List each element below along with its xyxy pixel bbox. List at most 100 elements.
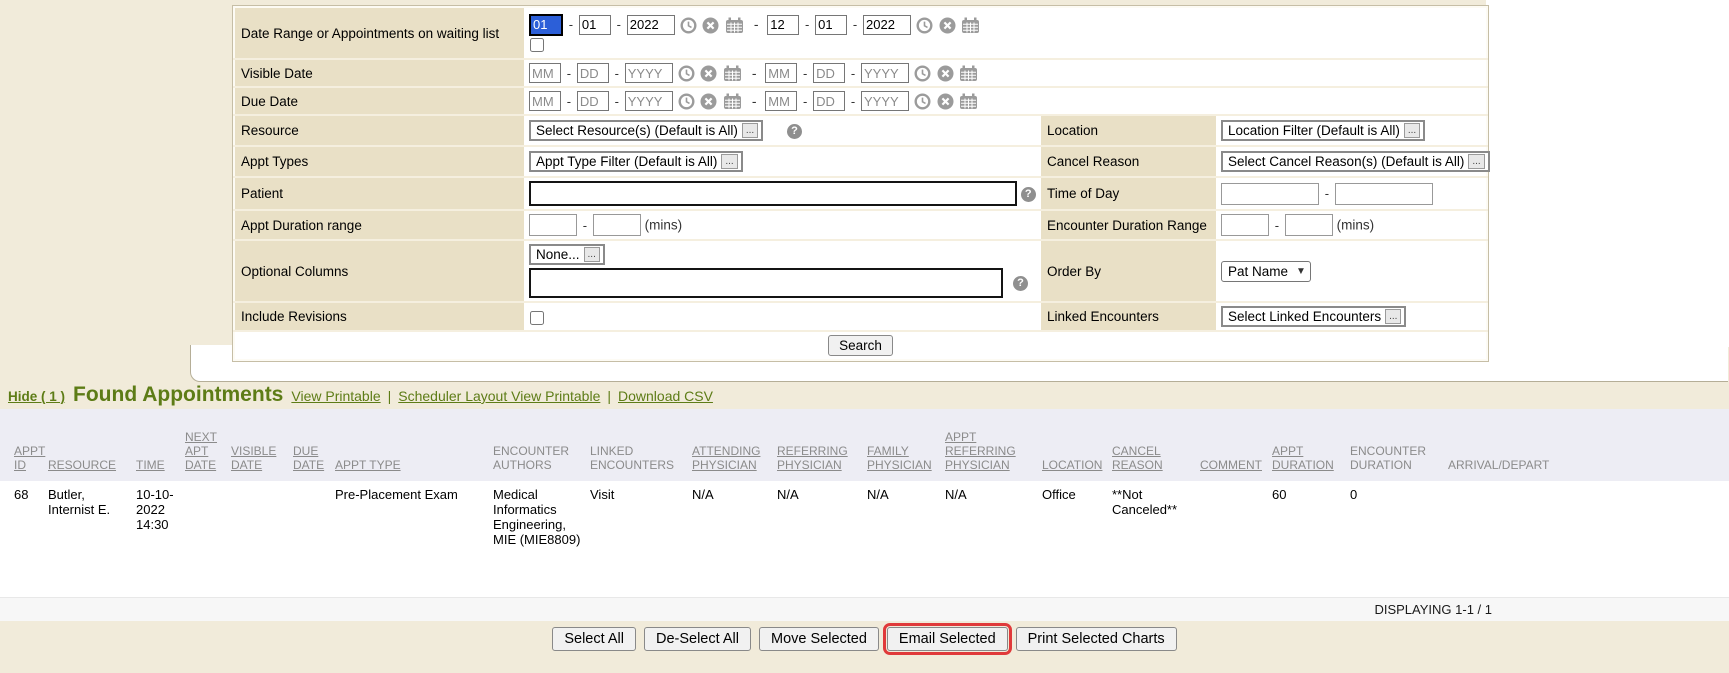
sort-link-next-apt-date[interactable]: NEXT APT DATE [185, 430, 217, 472]
results-toolbar: View Printable|Scheduler Layout View Pri… [291, 388, 713, 404]
cancel-reason-more-button[interactable]: ... [1468, 154, 1484, 169]
sort-link-appt-type[interactable]: APPT TYPE [335, 458, 401, 472]
clock-icon[interactable] [914, 65, 931, 82]
appt-type-filter-button[interactable]: Appt Type Filter (Default is All)... [529, 151, 743, 172]
linked-encounters-more-button[interactable]: ... [1385, 309, 1401, 324]
sort-link-resource[interactable]: RESOURCE [48, 458, 116, 472]
calendar-icon[interactable] [723, 93, 742, 110]
clear-date-icon[interactable] [700, 93, 717, 110]
clock-icon[interactable] [678, 93, 695, 110]
optional-columns-input[interactable] [529, 268, 1003, 298]
appt-types-field: Appt Type Filter (Default is All)... [524, 146, 1041, 177]
toolbar-link[interactable]: Scheduler Layout View Printable [398, 388, 600, 404]
sort-link-appt-id[interactable]: APPT ID [14, 444, 45, 472]
visible-to-month-input[interactable] [765, 63, 797, 83]
appt-type-more-button[interactable]: ... [721, 154, 737, 169]
clear-date-icon[interactable] [937, 65, 954, 82]
clock-icon[interactable] [680, 17, 697, 34]
panel-right-whitespace [1486, 0, 1729, 347]
waiting-list-checkbox[interactable] [530, 38, 544, 52]
sort-link-due-date[interactable]: DUE DATE [293, 444, 324, 472]
location-field: Location Filter (Default is All)... [1216, 115, 1487, 146]
de-select-all-button[interactable]: De-Select All [644, 627, 751, 651]
due-to-year-input[interactable] [861, 91, 909, 111]
optional-columns-field: None...... ? [524, 240, 1041, 302]
move-selected-button[interactable]: Move Selected [759, 627, 879, 651]
calendar-icon[interactable] [959, 93, 978, 110]
order-by-select[interactable]: Pat Name ▼ [1221, 261, 1311, 282]
column-header-appt-id: APPT ID [0, 409, 44, 481]
calendar-icon[interactable] [961, 17, 980, 34]
visible-to-year-input[interactable] [861, 63, 909, 83]
header-row: APPT IDRESOURCE TIME NEXT APT DATE VISIBLE … [0, 409, 1729, 481]
visible-from-year-input[interactable] [625, 63, 673, 83]
sort-link-appt-referring-physician[interactable]: APPT REFERRING PHYSICIAN [945, 430, 1016, 472]
table-row[interactable]: 68Butler, Internist E.10-10-2022 14:30Pr… [0, 481, 1729, 597]
location-filter-button[interactable]: Location Filter (Default is All)... [1221, 120, 1425, 141]
date-from-year-input[interactable] [627, 15, 675, 35]
optional-columns-button[interactable]: None...... [529, 244, 605, 265]
hide-results-link[interactable]: Hide ( 1 ) [8, 389, 65, 404]
visible-from-day-input[interactable] [577, 63, 609, 83]
cell-appt-id: 68 [0, 481, 44, 597]
due-to-day-input[interactable] [813, 91, 845, 111]
clear-date-icon[interactable] [937, 93, 954, 110]
due-to-month-input[interactable] [765, 91, 797, 111]
sort-link-time[interactable]: TIME [136, 458, 165, 472]
clear-date-icon[interactable] [939, 17, 956, 34]
calendar-icon[interactable] [959, 65, 978, 82]
help-icon[interactable]: ? [787, 124, 802, 139]
due-from-year-input[interactable] [625, 91, 673, 111]
encounter-duration-min-input[interactable] [1221, 214, 1269, 236]
sort-link-location[interactable]: LOCATION [1042, 458, 1102, 472]
toolbar-link[interactable]: Download CSV [618, 388, 713, 404]
sort-link-cancel-reason[interactable]: CANCEL REASON [1112, 444, 1163, 472]
results-header: Hide ( 1 ) Found Appointments View Print… [8, 383, 713, 407]
visible-from-month-input[interactable] [529, 63, 561, 83]
cell-linked-encounters: Visit [586, 481, 688, 597]
calendar-icon[interactable] [723, 65, 742, 82]
optional-columns-more-button[interactable]: ... [584, 247, 600, 262]
appt-duration-max-input[interactable] [593, 214, 641, 236]
include-revisions-checkbox[interactable] [530, 311, 544, 325]
date-to-day-input[interactable] [815, 15, 847, 35]
clock-icon[interactable] [914, 93, 931, 110]
sort-link-attending-physician[interactable]: ATTENDING PHYSICIAN [692, 444, 760, 472]
clear-date-icon[interactable] [702, 17, 719, 34]
appt-duration-min-input[interactable] [529, 214, 577, 236]
sort-link-appt-duration[interactable]: APPT DURATION [1272, 444, 1334, 472]
print-selected-charts-button[interactable]: Print Selected Charts [1016, 627, 1177, 651]
date-to-year-input[interactable] [863, 15, 911, 35]
clear-date-icon[interactable] [700, 65, 717, 82]
search-button[interactable]: Search [828, 335, 893, 356]
encounter-duration-max-input[interactable] [1285, 214, 1333, 236]
location-more-button[interactable]: ... [1404, 123, 1420, 138]
select-all-button[interactable]: Select All [552, 627, 636, 651]
cancel-reason-filter-button[interactable]: Select Cancel Reason(s) (Default is All)… [1221, 151, 1490, 172]
sort-link-visible-date[interactable]: VISIBLE DATE [231, 444, 276, 472]
resource-more-button[interactable]: ... [742, 123, 758, 138]
time-of-day-end-input[interactable] [1335, 183, 1433, 205]
help-icon[interactable]: ? [1021, 187, 1036, 202]
time-of-day-start-input[interactable] [1221, 183, 1319, 205]
date-from-day-input[interactable] [579, 15, 611, 35]
patient-input[interactable] [529, 181, 1017, 206]
help-icon[interactable]: ? [1013, 276, 1028, 291]
clock-icon[interactable] [916, 17, 933, 34]
due-from-day-input[interactable] [577, 91, 609, 111]
cell-due-date [289, 481, 331, 597]
visible-to-day-input[interactable] [813, 63, 845, 83]
email-selected-button[interactable]: Email Selected [887, 627, 1008, 651]
sort-link-referring-physician[interactable]: REFERRING PHYSICIAN [777, 444, 848, 472]
encounter-duration-field: - (mins) [1216, 210, 1487, 240]
clock-icon[interactable] [678, 65, 695, 82]
sort-link-comment[interactable]: COMMENT [1200, 458, 1262, 472]
date-to-month-input[interactable] [767, 15, 799, 35]
calendar-icon[interactable] [725, 17, 744, 34]
due-from-month-input[interactable] [529, 91, 561, 111]
linked-encounters-button[interactable]: Select Linked Encounters... [1221, 306, 1406, 327]
resource-filter-button[interactable]: Select Resource(s) (Default is All)... [529, 120, 763, 141]
toolbar-link[interactable]: View Printable [291, 388, 380, 404]
date-from-month-input[interactable] [529, 14, 563, 36]
sort-link-family-physician[interactable]: FAMILY PHYSICIAN [867, 444, 932, 472]
